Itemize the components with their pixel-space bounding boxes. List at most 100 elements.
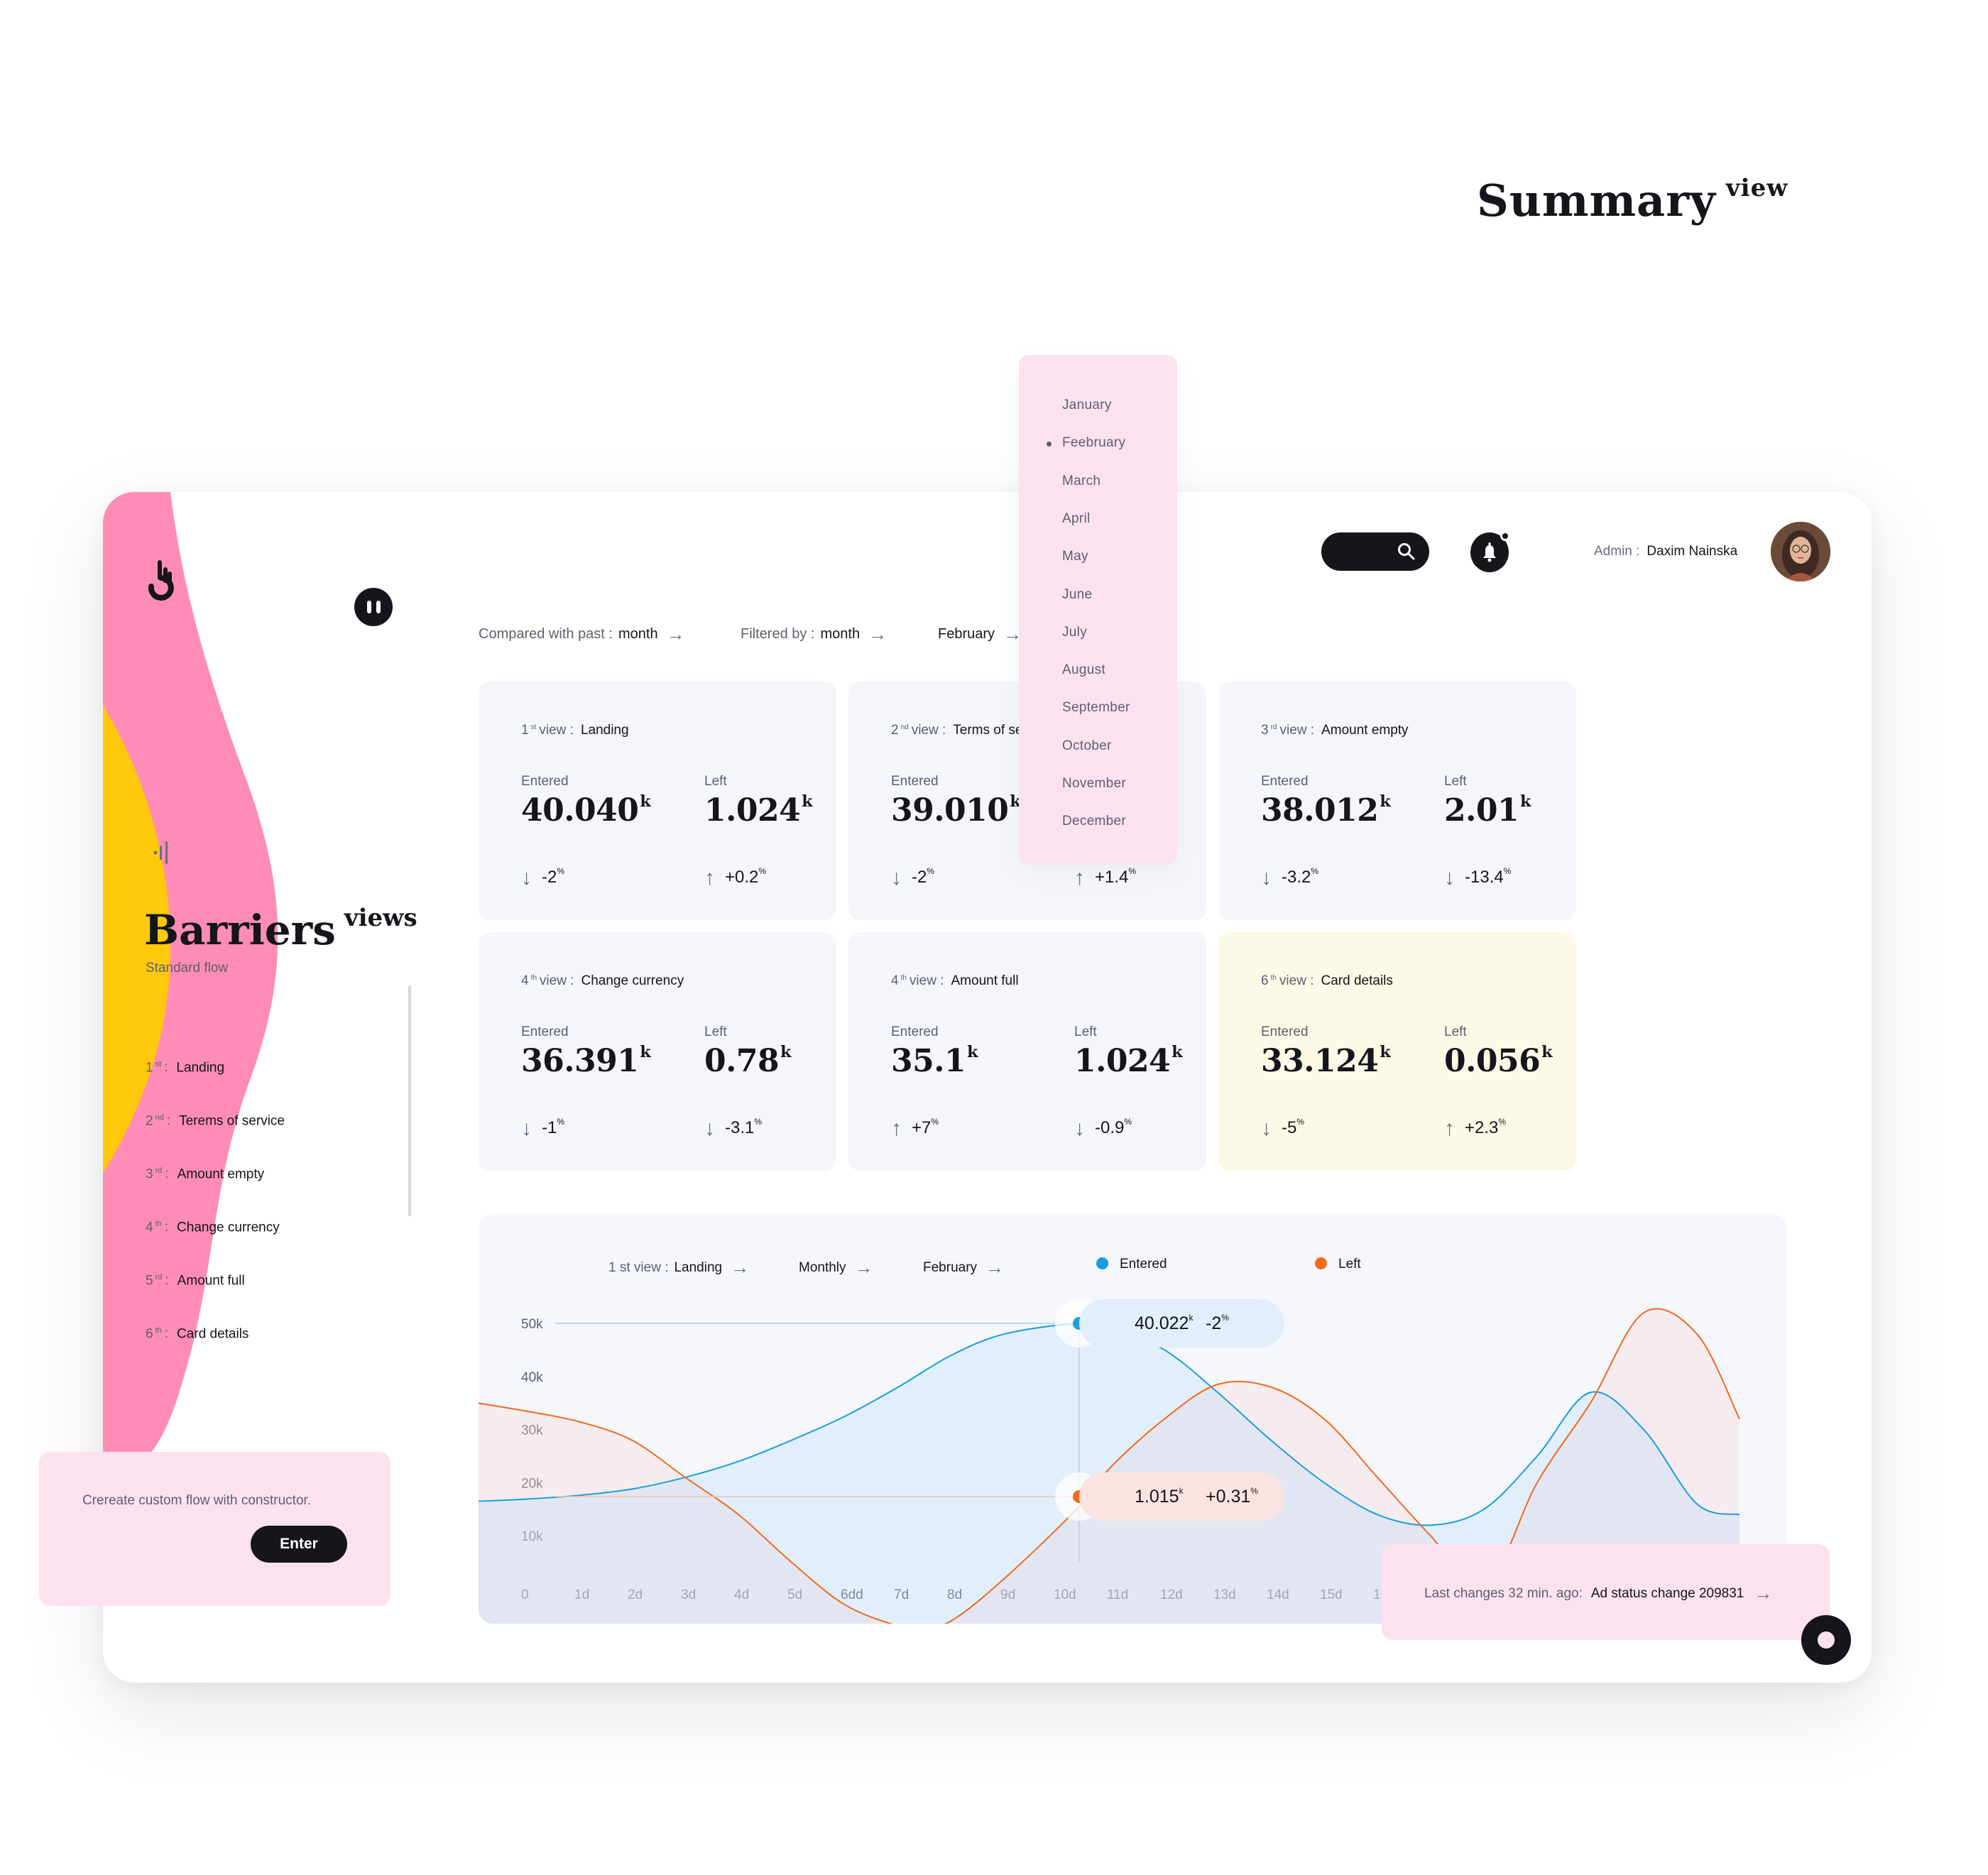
- flow-item-terms-of-service[interactable]: 2nd: Terems of service: [146, 1113, 285, 1129]
- month-option[interactable]: August: [1062, 662, 1105, 678]
- left-change: ↑ +1.4%: [1074, 866, 1136, 890]
- legend-entered[interactable]: Entered: [1096, 1257, 1167, 1272]
- month-option[interactable]: June: [1062, 587, 1092, 603]
- arrow-down-icon: ↓: [1444, 866, 1455, 890]
- flow-item-landing[interactable]: 1st: Landing: [146, 1060, 224, 1076]
- flow-item-number: 2: [146, 1113, 153, 1129]
- separator: :: [164, 1220, 169, 1235]
- month-option[interactable]: September: [1062, 700, 1130, 716]
- notification-badge: [1500, 531, 1510, 541]
- chart-view-filter[interactable]: 1 st view : Landing →: [608, 1257, 749, 1279]
- stat-card[interactable]: 6th view : Card details Entered 33.124k ↓ -5% L…: [1218, 932, 1576, 1171]
- entered-label: Entered: [1261, 774, 1309, 789]
- flow-item-change-currency[interactable]: 4th: Change currency: [146, 1220, 280, 1235]
- view-number: 1: [521, 723, 529, 738]
- compare-filter[interactable]: Compared with past : month →: [479, 623, 685, 645]
- month-option[interactable]: May: [1062, 549, 1088, 564]
- entered-value: 39.010k: [891, 792, 1021, 829]
- avatar[interactable]: [1771, 522, 1830, 581]
- enter-button[interactable]: Enter: [251, 1526, 347, 1563]
- view-name: Change currency: [581, 973, 684, 988]
- entered-stat: Entered 36.391k ↓ -1%: [521, 1024, 651, 1140]
- pct: %: [927, 866, 935, 876]
- left-stat: Left 0.056k ↑ +2.3%: [1444, 1024, 1553, 1140]
- entered-number: 35.1: [891, 1043, 966, 1079]
- entered-change: ↓ -2%: [521, 866, 564, 890]
- chart-month-filter[interactable]: February →: [923, 1257, 1004, 1279]
- month-dropdown[interactable]: January Feebruary March April May June July Aug…: [1019, 355, 1177, 865]
- view-ordinal: nd: [900, 723, 909, 731]
- left-value: 0.056k: [1444, 1043, 1553, 1079]
- tooltip-value-number: 1.015: [1135, 1487, 1179, 1507]
- stat-card[interactable]: 4th view : Change currency Entered 36.391k ↓ -…: [479, 932, 836, 1171]
- unit: k: [780, 1043, 791, 1061]
- sidebar-scrollbar[interactable]: [408, 985, 411, 1216]
- view-ordinal: rd: [1270, 723, 1277, 731]
- entered-change: ↓ -3.2%: [1261, 866, 1318, 890]
- tooltip-change: +0.31%: [1206, 1486, 1258, 1507]
- month-option[interactable]: July: [1062, 625, 1087, 640]
- filtered-by-filter[interactable]: Filtered by : month →: [741, 623, 887, 645]
- unit: k: [1541, 1043, 1553, 1061]
- admin-name: Daxim Nainska: [1646, 544, 1738, 559]
- flow-item-label: Card details: [177, 1326, 249, 1342]
- search-icon: [1398, 543, 1415, 560]
- flow-item-amount-empty[interactable]: 3rd: Amount empty: [146, 1166, 264, 1182]
- legend-label: Entered: [1120, 1257, 1167, 1272]
- arrow-right-icon: →: [731, 1257, 750, 1278]
- flow-item-label: Amount full: [177, 1273, 245, 1289]
- flow-item-number: 6: [146, 1326, 153, 1342]
- month-option[interactable]: April: [1062, 511, 1091, 527]
- flow-item-card-details[interactable]: 6th: Card details: [146, 1326, 248, 1342]
- page-title-sup: view: [1725, 174, 1788, 202]
- left-change-number: -13.4: [1465, 868, 1504, 887]
- view-label: view :: [909, 973, 944, 988]
- tooltip-pct: %: [1250, 1486, 1258, 1496]
- section-title: Barriers views: [144, 904, 417, 954]
- last-changes-label: Last changes 32 min. ago:: [1424, 1586, 1583, 1601]
- month-option[interactable]: Feebruary: [1046, 435, 1125, 451]
- arrow-down-icon: ↓: [521, 1117, 532, 1140]
- section-title-main: Barriers: [144, 906, 336, 954]
- last-changes-banner[interactable]: Last changes 32 min. ago: Ad status chang…: [1382, 1544, 1830, 1640]
- flow-item-ordinal: rd: [155, 1166, 163, 1175]
- legend-left[interactable]: Left: [1315, 1257, 1361, 1272]
- pct: %: [1296, 1117, 1305, 1127]
- left-change: ↓ -13.4%: [1444, 866, 1511, 890]
- month-option[interactable]: November: [1062, 776, 1126, 792]
- left-label: Left: [1444, 774, 1467, 789]
- view-ordinal: th: [530, 973, 537, 982]
- left-stat: Left 1.024k ↑ +0.2%: [704, 774, 813, 890]
- search-button[interactable]: [1321, 532, 1429, 571]
- ok-hand-logo-icon[interactable]: [143, 559, 177, 602]
- month-option[interactable]: October: [1062, 738, 1112, 754]
- month-option[interactable]: January: [1062, 398, 1112, 413]
- month-option[interactable]: December: [1062, 814, 1126, 829]
- sound-wave-icon[interactable]: [153, 840, 171, 865]
- arrow-up-icon: ↑: [1444, 1117, 1455, 1140]
- view-name: Card details: [1321, 973, 1393, 988]
- stat-card[interactable]: 4th view : Amount full Entered 35.1k ↑ +7% Left…: [848, 932, 1206, 1171]
- stat-card-view: 4th view : Change currency: [521, 973, 684, 989]
- legend-label: Left: [1338, 1257, 1361, 1272]
- left-number: 0.78: [704, 1043, 780, 1079]
- record-button[interactable]: [1801, 1615, 1851, 1665]
- entered-number: 39.010: [891, 792, 1009, 829]
- stat-card[interactable]: 3rd view : Amount empty Entered 38.012k ↓ -3.2…: [1218, 682, 1576, 920]
- month-option[interactable]: March: [1062, 474, 1100, 489]
- chart-view-label: 1 st view :: [608, 1260, 669, 1275]
- flow-item-amount-full[interactable]: 5rd: Amount full: [146, 1273, 245, 1289]
- chart-period-filter[interactable]: Monthly →: [799, 1257, 873, 1279]
- stat-card[interactable]: 1st view : Landing Entered 40.040k ↓ -2% Left 1.…: [479, 682, 836, 920]
- entered-change-number: -1: [542, 1118, 557, 1137]
- notifications-button[interactable]: [1470, 531, 1510, 572]
- pause-button[interactable]: [354, 588, 393, 626]
- left-number: 0.056: [1444, 1043, 1541, 1079]
- unit: k: [640, 792, 651, 811]
- month-filter[interactable]: February →: [938, 623, 1022, 645]
- custom-flow-card: Crereate custom flow with constructor. E…: [39, 1452, 390, 1606]
- filter-value: month: [820, 626, 861, 642]
- entered-number: 40.040: [521, 792, 639, 829]
- entered-change-number: -2: [542, 868, 557, 887]
- custom-flow-text: Crereate custom flow with constructor.: [82, 1493, 312, 1508]
